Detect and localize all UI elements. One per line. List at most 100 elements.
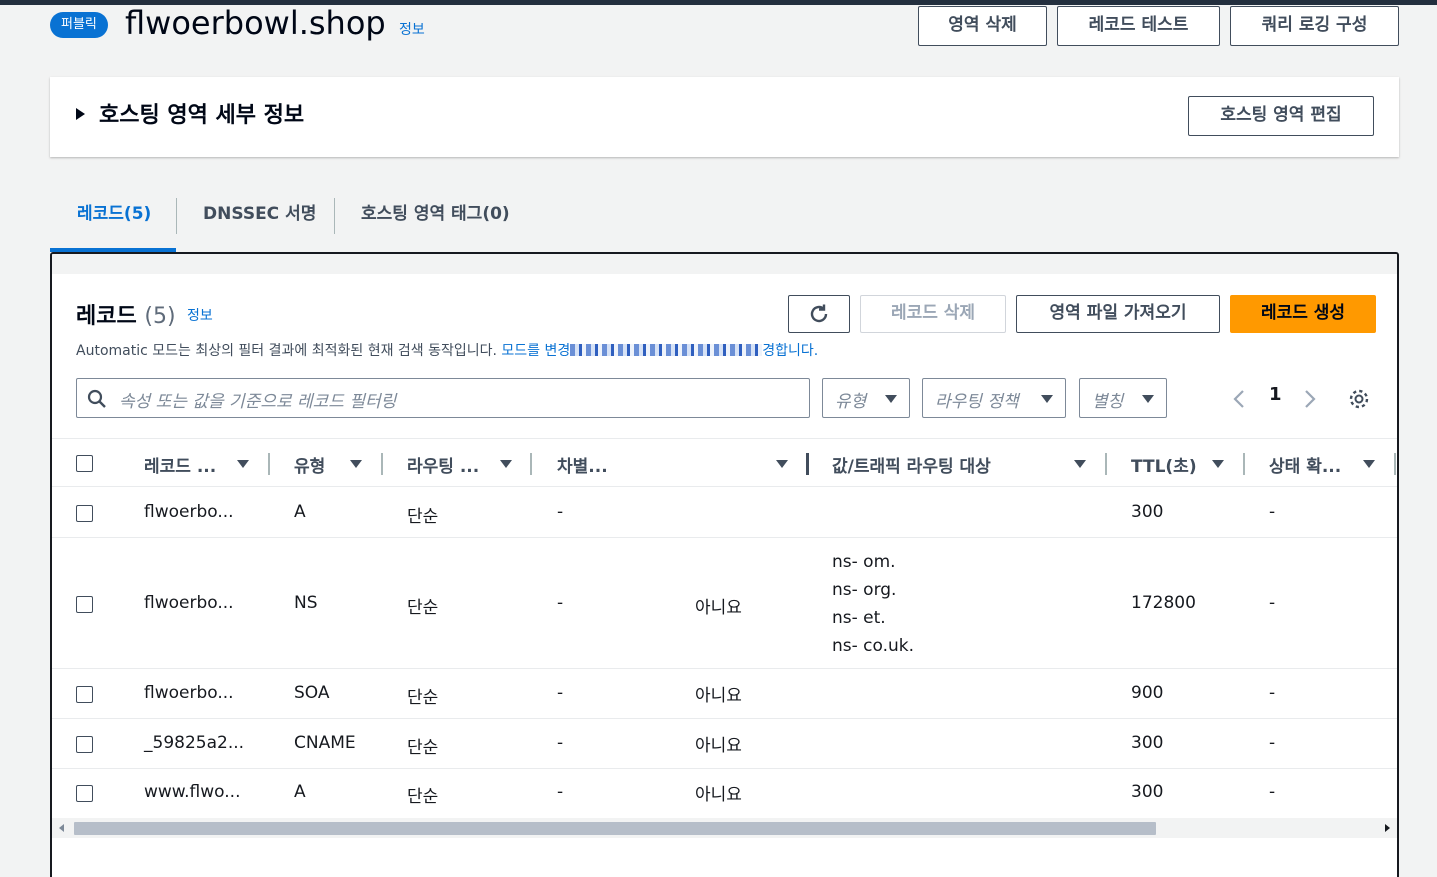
column-header-routing[interactable]: 라우팅 ... bbox=[407, 452, 479, 477]
sort-icon[interactable] bbox=[500, 460, 512, 468]
caret-right-icon bbox=[76, 108, 85, 120]
record-name[interactable]: flwoerbo... bbox=[144, 593, 234, 613]
details-title: 호스팅 영역 세부 정보 bbox=[99, 103, 305, 128]
column-resizer[interactable] bbox=[806, 453, 809, 475]
records-container: 레코드 (5) 정보 레코드 삭제 영역 파일 가져오기 레코드 생성 Auto… bbox=[50, 252, 1399, 877]
row-checkbox[interactable] bbox=[76, 596, 93, 613]
sort-icon[interactable] bbox=[776, 460, 788, 468]
routing-policy-filter-select[interactable]: 라우팅 정책 bbox=[922, 378, 1066, 418]
records-heading: 레코드 (5) bbox=[76, 304, 176, 329]
record-differentiator: - bbox=[557, 593, 564, 613]
search-icon bbox=[87, 389, 106, 408]
table-row[interactable]: flwoerbo... NS 단순 - 아니요 ns- om. ns- org.… bbox=[52, 538, 1397, 669]
record-health-check: - bbox=[1269, 593, 1276, 613]
tab-dnssec[interactable]: DNSSEC 서명 bbox=[203, 190, 316, 252]
edit-hosted-zone-button[interactable]: 호스팅 영역 편집 bbox=[1188, 96, 1374, 136]
info-link[interactable]: 정보 bbox=[399, 19, 425, 39]
type-filter-select[interactable]: 유형 bbox=[822, 378, 910, 418]
refresh-button[interactable] bbox=[788, 295, 850, 333]
column-header-value[interactable]: 값/트래픽 라우팅 대상 bbox=[832, 452, 991, 477]
create-record-button[interactable]: 레코드 생성 bbox=[1230, 295, 1376, 333]
column-header-type[interactable]: 유형 bbox=[294, 452, 325, 477]
tab-tags[interactable]: 호스팅 영역 태그(0) bbox=[361, 190, 510, 252]
records-info-link[interactable]: 정보 bbox=[187, 305, 213, 325]
record-health-check: - bbox=[1269, 733, 1276, 753]
column-header-health-check[interactable]: 상태 확... bbox=[1269, 452, 1341, 477]
record-health-check: - bbox=[1269, 782, 1276, 802]
record-name[interactable]: flwoerbo... bbox=[144, 502, 234, 522]
select-all-checkbox[interactable] bbox=[76, 455, 93, 472]
delete-record-button[interactable]: 레코드 삭제 bbox=[860, 295, 1006, 333]
column-header-name[interactable]: 레코드 ... bbox=[144, 452, 216, 477]
table-row[interactable]: www.flwo... A 단순 - 아니요 300 - bbox=[52, 769, 1397, 818]
record-health-check: - bbox=[1269, 683, 1276, 703]
test-record-button[interactable]: 레코드 테스트 bbox=[1057, 6, 1220, 46]
caret-down-icon bbox=[885, 395, 897, 403]
record-name[interactable]: _59825a2... bbox=[144, 733, 244, 753]
chevron-left-icon[interactable] bbox=[1232, 388, 1246, 410]
record-differentiator: - bbox=[557, 683, 564, 703]
page-title: flwoerbowl.shop bbox=[125, 4, 386, 42]
sort-icon[interactable] bbox=[350, 460, 362, 468]
record-type: A bbox=[294, 502, 306, 522]
record-alias: 아니요 bbox=[695, 736, 742, 756]
scroll-left-icon[interactable] bbox=[59, 824, 64, 832]
scroll-right-icon[interactable] bbox=[1385, 824, 1390, 832]
sort-icon[interactable] bbox=[237, 460, 249, 468]
search-placeholder: 속성 또는 값을 기준으로 레코드 필터링 bbox=[119, 392, 397, 412]
sort-icon[interactable] bbox=[1212, 460, 1224, 468]
chevron-right-icon[interactable] bbox=[1303, 388, 1317, 410]
page-number[interactable]: 1 bbox=[1269, 384, 1282, 405]
search-mode-description: Automatic 모드는 최상의 필터 결과에 최적화된 현재 검색 동작입니… bbox=[76, 343, 819, 359]
row-checkbox[interactable] bbox=[76, 736, 93, 753]
search-input[interactable]: 속성 또는 값을 기준으로 레코드 필터링 bbox=[76, 378, 810, 418]
scrollbar-thumb[interactable] bbox=[74, 822, 1156, 835]
tab-records[interactable]: 레코드(5) bbox=[50, 190, 176, 252]
delete-zone-button[interactable]: 영역 삭제 bbox=[918, 6, 1047, 46]
horizontal-scrollbar[interactable] bbox=[52, 818, 1397, 838]
details-expander[interactable]: 호스팅 영역 세부 정보 bbox=[76, 97, 304, 129]
records-count: (5) bbox=[144, 304, 176, 329]
tab-divider bbox=[334, 198, 335, 234]
record-routing: 단순 bbox=[407, 787, 439, 807]
settings-gear-icon[interactable] bbox=[1348, 388, 1370, 410]
table-header: 레코드 ... 유형 라우팅 ... 차별... 값/트래픽 라우팅 대상 TT… bbox=[52, 438, 1397, 487]
row-checkbox[interactable] bbox=[76, 785, 93, 802]
record-health-check: - bbox=[1269, 502, 1276, 522]
row-checkbox[interactable] bbox=[76, 686, 93, 703]
record-ttl: 300 bbox=[1131, 733, 1164, 753]
change-mode-link[interactable]: 모드를 변경 경합니다. bbox=[501, 343, 818, 359]
query-logging-button[interactable]: 쿼리 로깅 구성 bbox=[1230, 6, 1399, 46]
record-alias: 아니요 bbox=[695, 686, 742, 706]
record-ttl: 300 bbox=[1131, 502, 1164, 522]
caret-down-icon bbox=[1041, 395, 1053, 403]
sort-icon[interactable] bbox=[1363, 460, 1375, 468]
alias-filter-select[interactable]: 별칭 bbox=[1079, 378, 1167, 418]
record-ttl: 900 bbox=[1131, 683, 1164, 703]
hosted-zone-details-panel: 호스팅 영역 세부 정보 호스팅 영역 편집 bbox=[50, 77, 1399, 157]
visibility-badge: 퍼블릭 bbox=[50, 12, 108, 38]
record-differentiator: - bbox=[557, 733, 564, 753]
record-type: A bbox=[294, 782, 306, 802]
record-name[interactable]: flwoerbo... bbox=[144, 683, 234, 703]
import-zone-file-button[interactable]: 영역 파일 가져오기 bbox=[1016, 295, 1220, 333]
column-header-differentiator[interactable]: 차별... bbox=[557, 452, 608, 477]
row-checkbox[interactable] bbox=[76, 505, 93, 522]
record-differentiator: - bbox=[557, 782, 564, 802]
record-routing: 단순 bbox=[407, 507, 439, 527]
table-row[interactable]: _59825a2... CNAME 단순 - 아니요 300 - bbox=[52, 719, 1397, 769]
record-alias: 아니요 bbox=[695, 598, 742, 618]
record-name[interactable]: www.flwo... bbox=[144, 782, 240, 802]
record-ttl: 300 bbox=[1131, 782, 1164, 802]
record-alias: 아니요 bbox=[695, 785, 742, 805]
sort-icon[interactable] bbox=[1074, 460, 1086, 468]
caret-down-icon bbox=[1142, 395, 1154, 403]
record-value: ns- om. ns- org. ns- et. ns- co.uk. bbox=[832, 552, 915, 656]
column-header-ttl[interactable]: TTL(초) bbox=[1131, 452, 1197, 477]
record-ttl: 172800 bbox=[1131, 593, 1196, 613]
tab-divider bbox=[176, 198, 177, 234]
record-type: NS bbox=[294, 593, 318, 613]
record-differentiator: - bbox=[557, 502, 564, 522]
table-row[interactable]: flwoerbo... SOA 단순 - 아니요 900 - bbox=[52, 669, 1397, 719]
table-row[interactable]: flwoerbo... A 단순 - 300 - bbox=[52, 488, 1397, 538]
